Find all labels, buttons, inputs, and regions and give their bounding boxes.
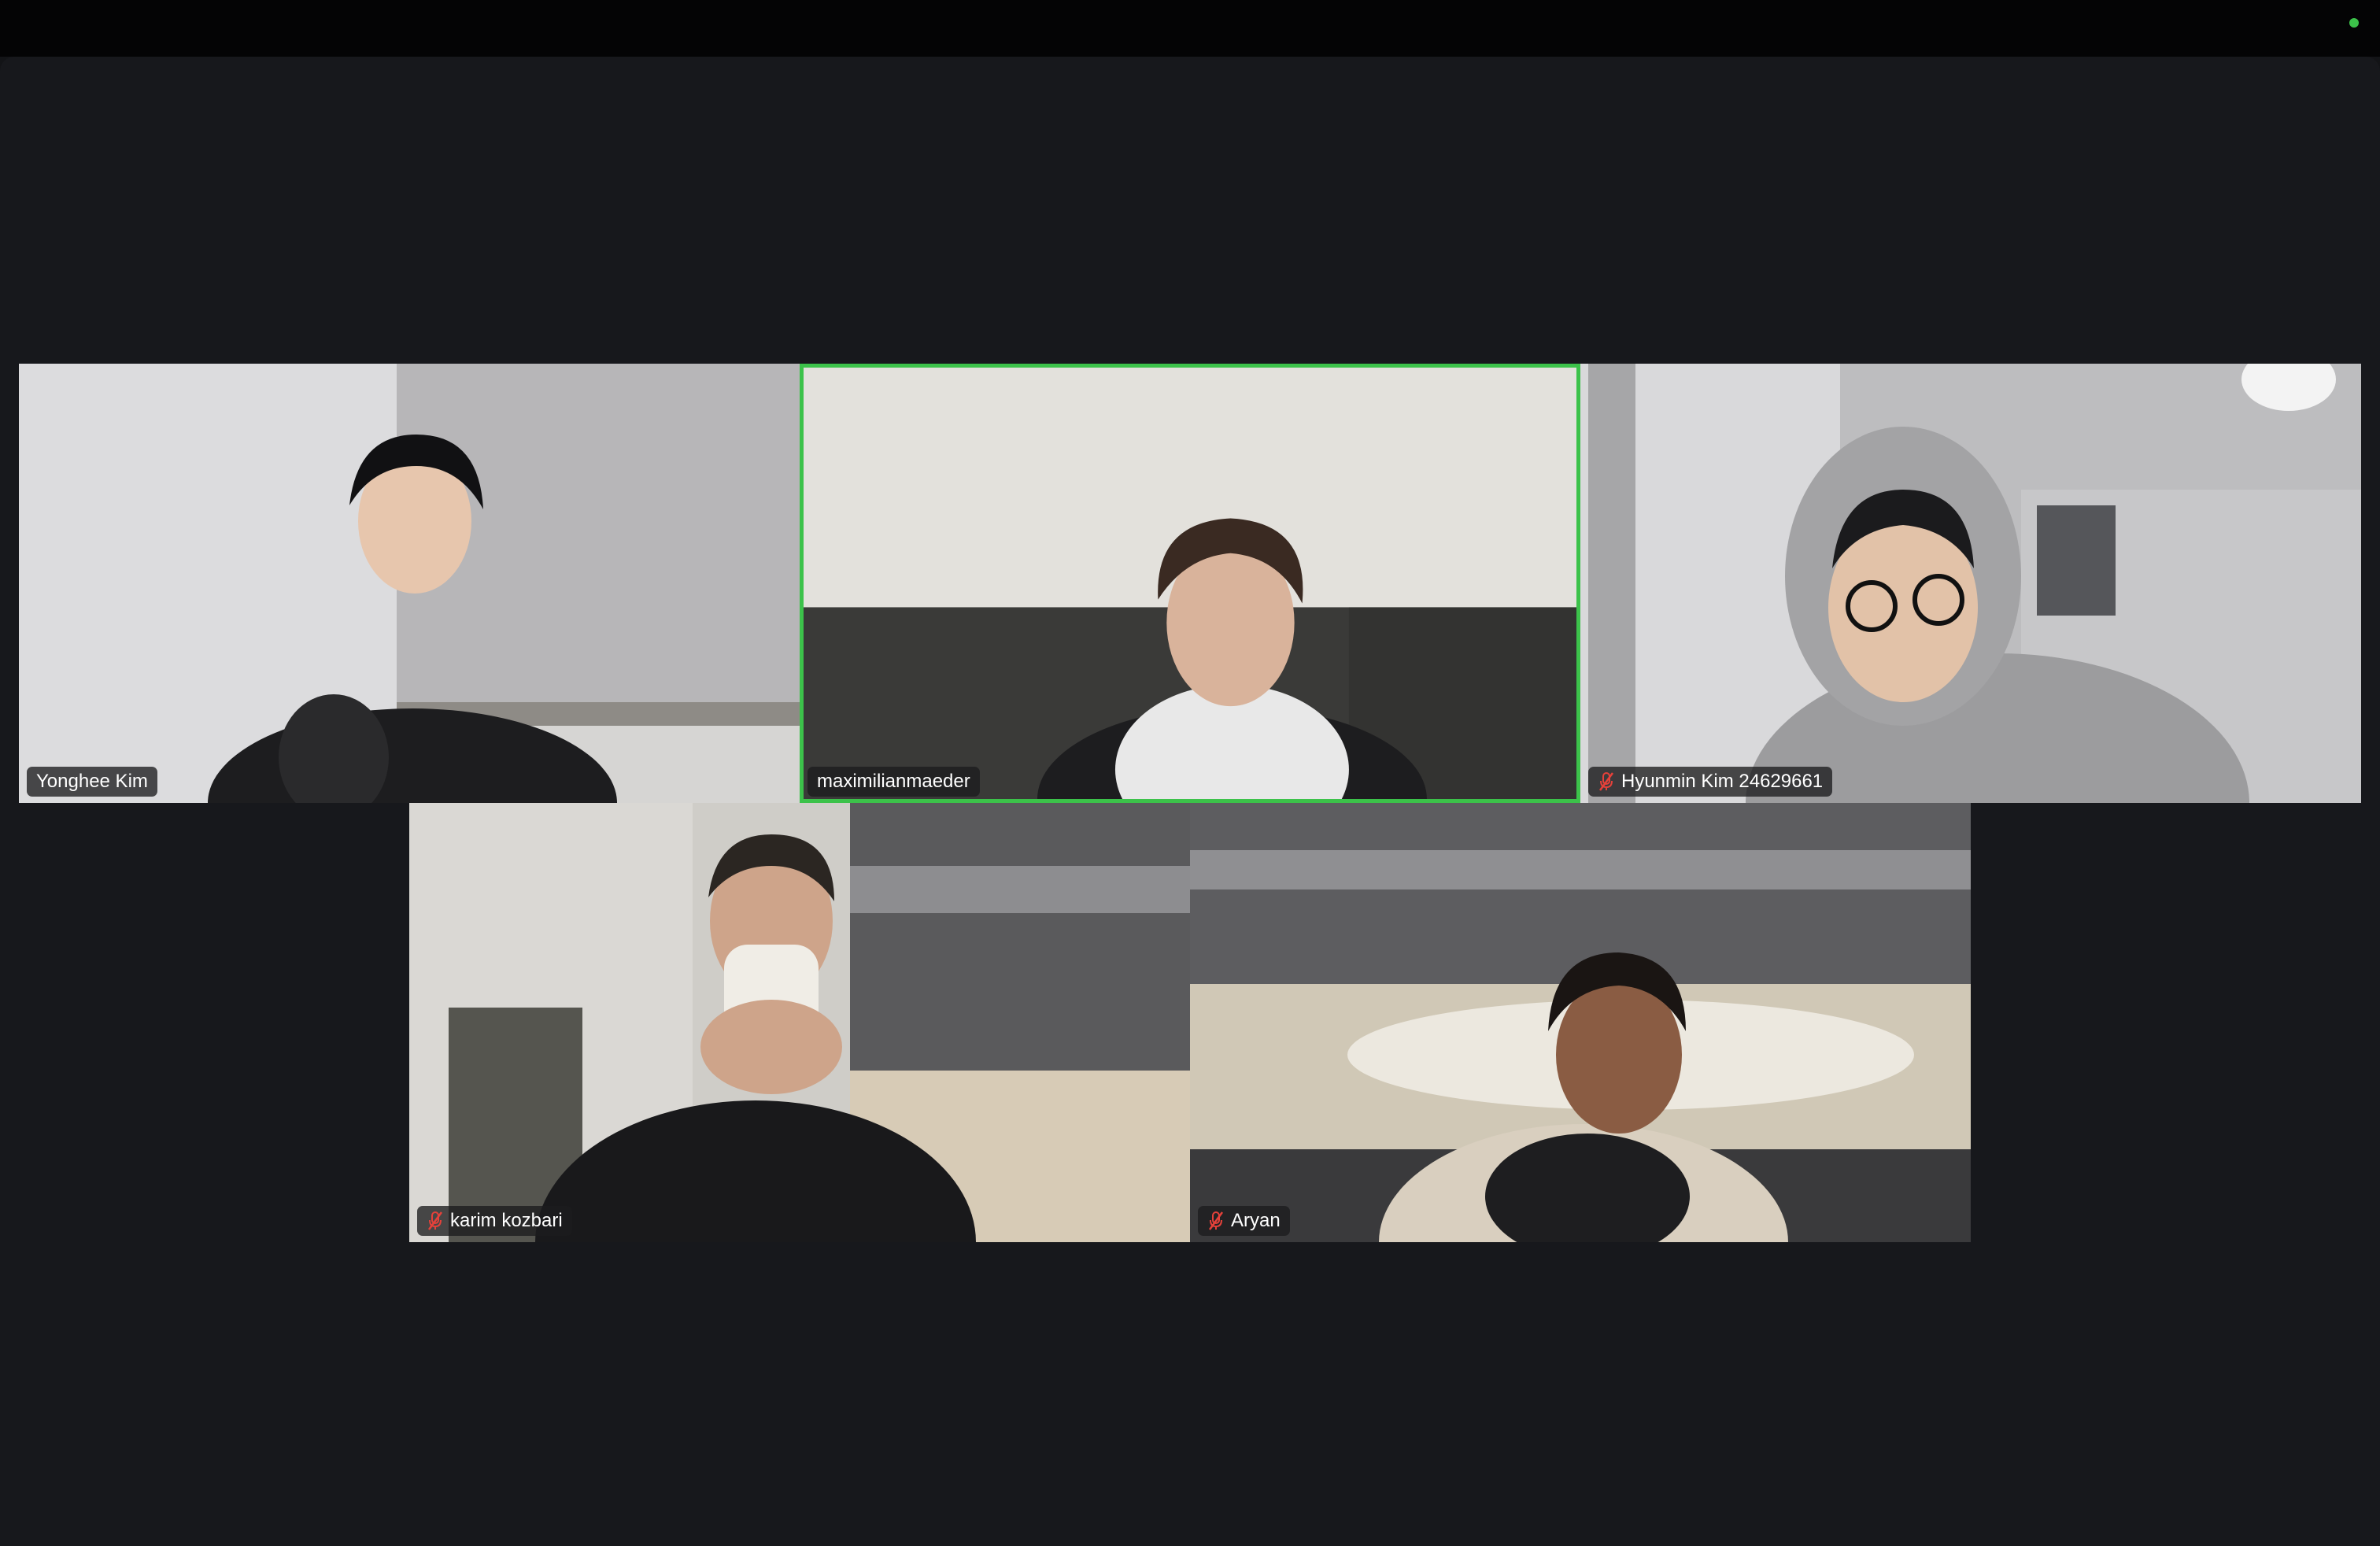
participant-name: Hyunmin Kim 24629661	[1621, 771, 1824, 792]
muted-mic-icon	[1208, 1211, 1224, 1230]
participant-name: maximilianmaeder	[817, 771, 970, 792]
participant-video	[409, 803, 1190, 1242]
participant-video	[1580, 364, 2361, 803]
muted-mic-icon	[1598, 772, 1614, 791]
participant-name-tag: Yonghee Kim	[27, 767, 157, 797]
participant-video	[804, 368, 1576, 799]
participant-tile[interactable]: Yonghee Kim	[19, 364, 800, 803]
muted-mic-icon	[427, 1211, 443, 1230]
participant-name-tag: Aryan	[1198, 1206, 1290, 1236]
status-dot-icon	[2349, 18, 2359, 28]
participant-name: karim kozbari	[450, 1210, 563, 1231]
window-title-bar	[0, 0, 2380, 57]
participant-video	[1190, 803, 1971, 1242]
participant-tile[interactable]: Hyunmin Kim 24629661	[1580, 364, 2361, 803]
participant-name: Aryan	[1231, 1210, 1281, 1231]
participant-name-tag: karim kozbari	[417, 1206, 572, 1236]
participant-name-tag: Hyunmin Kim 24629661	[1588, 767, 1833, 797]
participant-tile[interactable]: karim kozbari	[409, 803, 1190, 1242]
participant-tile-active-speaker[interactable]: maximilianmaeder	[800, 364, 1580, 803]
video-gallery: Yonghee Kim maximilianmaeder Hyunmin Kim…	[0, 57, 2380, 1546]
participant-video	[19, 364, 800, 803]
participant-name: Yonghee Kim	[36, 771, 148, 792]
participant-name-tag: maximilianmaeder	[808, 767, 980, 797]
participant-tile[interactable]: Aryan	[1190, 803, 1971, 1242]
